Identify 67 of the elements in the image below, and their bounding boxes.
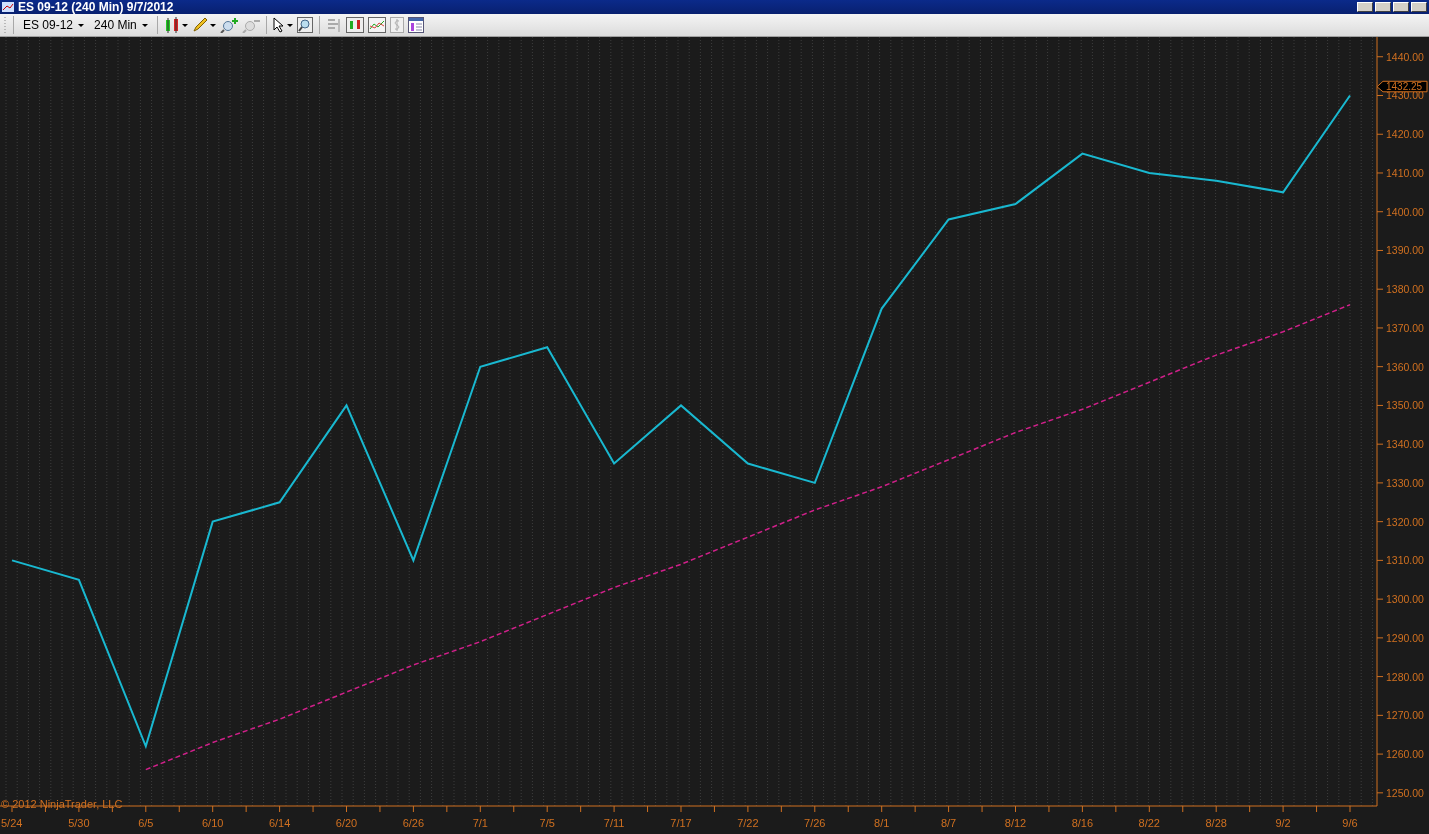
date-label: 6/26: [402, 817, 425, 829]
date-label: 7/26: [804, 817, 826, 829]
price-label: 1270.00: [1386, 709, 1424, 722]
date-label: 9/6: [1342, 817, 1358, 829]
price-label: 1250.00: [1386, 786, 1424, 799]
window-title: ES 09-12 (240 Min) 9/7/2012: [18, 0, 175, 14]
zoom-in-icon[interactable]: [219, 17, 238, 33]
date-label: 5/24: [1, 817, 23, 829]
price-label: 1350.00: [1386, 399, 1424, 412]
price-label: 1440.00: [1386, 50, 1424, 63]
price-label: 1300.00: [1386, 593, 1424, 606]
caret-icon: [286, 23, 293, 27]
price-label: 1390.00: [1386, 244, 1424, 257]
toolbar-grip-icon: [4, 17, 7, 33]
date-label: 6/10: [202, 817, 224, 829]
price-label: 1310.00: [1386, 554, 1424, 567]
date-label: 5/30: [68, 817, 90, 829]
date-label: 8/1: [874, 817, 890, 829]
close-button[interactable]: [1411, 2, 1427, 12]
caret-icon: [141, 23, 148, 27]
date-label: 8/28: [1205, 817, 1227, 829]
price-label: 1370.00: [1386, 321, 1424, 334]
caret-icon: [181, 23, 188, 27]
date-label: 6/20: [335, 817, 358, 829]
price-label: 1410.00: [1386, 167, 1424, 179]
last-price-marker: 1432.25: [1376, 80, 1428, 93]
price-label: 1420.00: [1386, 128, 1424, 141]
minimize-button[interactable]: [1375, 2, 1391, 12]
date-label: 8/22: [1138, 817, 1160, 829]
date-label: 7/1: [472, 817, 488, 829]
candlestick-icon: [163, 17, 180, 33]
date-label: 7/5: [539, 817, 555, 829]
date-label: 8/16: [1071, 817, 1094, 829]
date-label: 8/7: [940, 817, 957, 829]
restore-button[interactable]: [1393, 2, 1409, 12]
interval-dropdown[interactable]: 240 Min: [91, 18, 151, 32]
price-label: 1330.00: [1386, 476, 1424, 489]
form-window-icon[interactable]: [407, 17, 424, 33]
help-button[interactable]: [1357, 2, 1373, 12]
date-label: 7/17: [670, 817, 692, 829]
price-label: 1340.00: [1386, 438, 1424, 451]
cursor-button[interactable]: [272, 17, 293, 33]
price-label: 1320.00: [1386, 515, 1424, 528]
app-icon: [2, 2, 14, 12]
pencil-icon: [191, 17, 208, 33]
price-label: 1360.00: [1386, 360, 1424, 373]
date-label: 6/5: [138, 817, 154, 829]
caret-icon: [78, 23, 85, 27]
price-label: 1260.00: [1386, 748, 1424, 761]
price-label: 1290.00: [1386, 631, 1424, 644]
cursor-icon: [272, 17, 285, 33]
date-label: 7/22: [737, 817, 759, 829]
date-label: 7/11: [603, 817, 625, 829]
price-label: 1280.00: [1386, 670, 1424, 683]
price-label: 1380.00: [1386, 283, 1424, 296]
candlestick-icon[interactable]: [345, 17, 364, 33]
drawing-tool-button[interactable]: [191, 17, 216, 33]
date-label: 8/12: [1004, 817, 1027, 829]
chart-style-button[interactable]: [163, 17, 188, 33]
chart-window-icon[interactable]: [367, 17, 386, 33]
magnifier-icon[interactable]: [296, 17, 313, 33]
instrument-dropdown[interactable]: ES 09-12: [20, 18, 88, 32]
caret-icon: [209, 23, 216, 27]
date-label: 9/2: [1275, 817, 1291, 829]
date-label: 6/14: [268, 817, 291, 829]
price-label: 1400.00: [1386, 205, 1424, 218]
copyright-text: © 2012 NinjaTrader, LLC: [1, 798, 123, 810]
